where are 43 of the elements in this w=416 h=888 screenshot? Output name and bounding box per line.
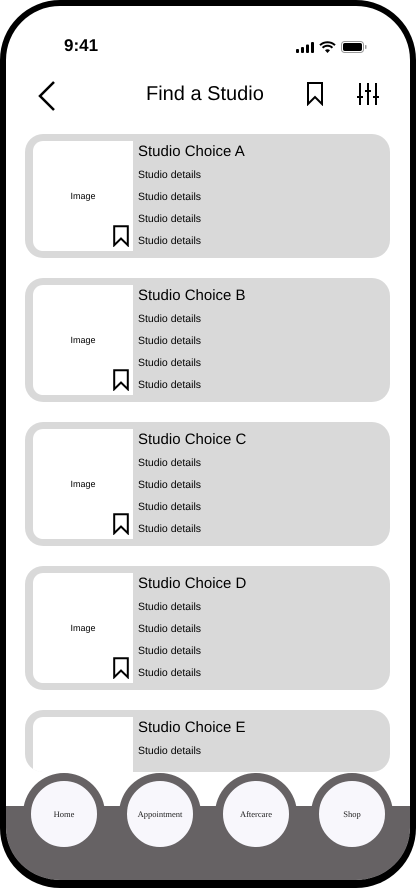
status-time: 9:41 — [64, 36, 98, 57]
studio-title: Studio Choice C — [138, 430, 246, 450]
studio-details: Studio details — [138, 744, 202, 759]
bookmark-icon[interactable] — [113, 369, 129, 391]
studio-details: Studio details — [138, 312, 202, 327]
page-title: Find a Studio — [146, 83, 264, 106]
image-label: Image — [70, 191, 96, 201]
studio-details: Studio details — [138, 334, 202, 349]
studio-details: Studio details — [138, 212, 202, 227]
studio-title: Studio Choice A — [138, 142, 245, 162]
bookmark-icon[interactable] — [113, 513, 129, 535]
studio-details: Studio details — [138, 622, 202, 637]
back-button[interactable] — [38, 81, 56, 111]
battery-icon — [341, 41, 367, 53]
studio-card[interactable]: Image Studio Choice D Studio details Studio details Studio details Studio details — [25, 566, 390, 690]
image-label: Image — [70, 479, 96, 489]
studio-details: Studio details — [138, 190, 202, 205]
studio-details: Studio details — [138, 378, 202, 393]
studio-card[interactable]: Studio Choice E Studio details — [25, 710, 390, 772]
bookmark-button[interactable] — [306, 82, 324, 106]
studio-card[interactable]: Image Studio Choice C Studio details Studio details Studio details Studio details — [25, 422, 390, 546]
studio-card[interactable]: Image Studio Choice A Studio details Studio details Studio details Studio details — [25, 134, 390, 258]
filter-button[interactable] — [357, 82, 379, 106]
wifi-icon — [319, 41, 336, 53]
studio-details: Studio details — [138, 600, 202, 615]
studio-title: Studio Choice E — [138, 718, 246, 738]
studio-details: Studio details — [138, 168, 202, 183]
image-label: Image — [70, 623, 96, 633]
studio-details: Studio details — [138, 478, 202, 493]
studio-details: Studio details — [138, 522, 202, 537]
studio-details: Studio details — [138, 666, 202, 681]
studio-details: Studio details — [138, 234, 202, 249]
bookmark-icon[interactable] — [113, 225, 129, 247]
studio-details: Studio details — [138, 356, 202, 371]
studio-details: Studio details — [138, 644, 202, 659]
studio-title: Studio Choice B — [138, 286, 246, 306]
studio-card[interactable]: Image Studio Choice B Studio details Studio details Studio details Studio details — [25, 278, 390, 402]
bookmark-icon[interactable] — [113, 657, 129, 679]
studio-title: Studio Choice D — [138, 574, 246, 594]
signal-icon — [296, 42, 314, 52]
image-label: Image — [70, 335, 96, 345]
studio-details: Studio details — [138, 456, 202, 471]
studio-details: Studio details — [138, 500, 202, 515]
